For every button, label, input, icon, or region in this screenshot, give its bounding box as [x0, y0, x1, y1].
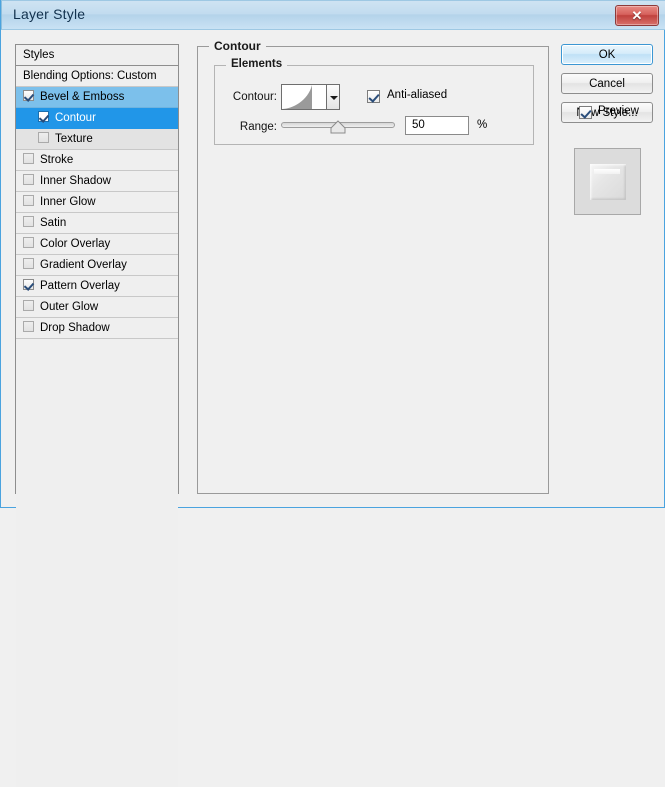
- anti-aliased-checkbox[interactable]: [367, 90, 380, 103]
- elements-group-title: Elements: [226, 58, 288, 70]
- range-value-input[interactable]: 50: [405, 116, 469, 135]
- range-slider-thumb[interactable]: [330, 120, 346, 134]
- sidebar-item-satin[interactable]: Satin: [16, 213, 178, 234]
- range-field-label: Range:: [239, 121, 277, 133]
- effect-label: Gradient Overlay: [40, 259, 127, 271]
- blending-options-label: Blending Options: Custom: [23, 70, 157, 82]
- sidebar-item-stroke[interactable]: Stroke: [16, 150, 178, 171]
- contour-field-label: Contour:: [232, 91, 277, 103]
- effect-checkbox[interactable]: [23, 174, 34, 185]
- effect-checkbox[interactable]: [23, 153, 34, 164]
- title-bar: Layer Style ✕: [1, 0, 665, 30]
- elements-group: Elements Contour: Anti-aliased Range: 50…: [214, 58, 534, 145]
- effect-checkbox[interactable]: [38, 111, 49, 122]
- effect-checkbox[interactable]: [23, 258, 34, 269]
- sidebar-item-drop-shadow[interactable]: Drop Shadow: [16, 318, 178, 339]
- contour-curve-icon: [282, 85, 312, 109]
- anti-aliased-label: Anti-aliased: [387, 89, 448, 101]
- effect-label: Bevel & Emboss: [40, 91, 125, 103]
- effect-checkbox[interactable]: [23, 300, 34, 311]
- ok-button[interactable]: OK: [561, 44, 653, 65]
- style-preview-thumbnail: [574, 148, 641, 215]
- preview-checkbox[interactable]: [579, 106, 592, 119]
- effect-checkbox[interactable]: [23, 90, 34, 101]
- effect-checkbox[interactable]: [23, 237, 34, 248]
- effect-checkbox[interactable]: [23, 216, 34, 227]
- range-percent-label: %: [477, 119, 488, 131]
- effect-label: Color Overlay: [40, 238, 111, 250]
- effect-label: Satin: [40, 217, 67, 229]
- effect-label: Inner Shadow: [40, 175, 111, 187]
- effect-label: Stroke: [40, 154, 74, 166]
- effect-checkbox[interactable]: [23, 321, 34, 332]
- slider-thumb-icon: [330, 120, 346, 134]
- contour-panel-title: Contour: [209, 39, 266, 53]
- styles-header-label: Styles: [23, 49, 55, 61]
- contour-preset-swatch[interactable]: [281, 84, 327, 110]
- effect-label: Texture: [55, 133, 93, 145]
- close-icon: ✕: [631, 7, 643, 23]
- sidebar-item-pattern-overlay[interactable]: Pattern Overlay: [16, 276, 178, 297]
- layer-style-dialog: Layer Style ✕ Styles Blending Options: C…: [0, 0, 665, 787]
- style-effect-list: Bevel & Emboss Contour Texture Stroke Inner …: [16, 87, 178, 339]
- effect-label: Drop Shadow: [40, 322, 110, 334]
- contour-panel: Contour Elements Contour: Anti-aliased R…: [197, 39, 549, 494]
- sidebar-item-gradient-overlay[interactable]: Gradient Overlay: [16, 255, 178, 276]
- close-button[interactable]: ✕: [615, 5, 659, 26]
- sidebar-item-blending-options[interactable]: Blending Options: Custom: [16, 66, 178, 87]
- effect-label: Outer Glow: [40, 301, 99, 313]
- sidebar-item-contour[interactable]: Contour: [16, 108, 178, 129]
- sidebar-item-inner-shadow[interactable]: Inner Shadow: [16, 171, 178, 192]
- contour-dropdown-arrow-icon[interactable]: [327, 84, 340, 110]
- effect-label: Inner Glow: [40, 196, 96, 208]
- sidebar-item-texture[interactable]: Texture: [16, 129, 178, 150]
- preview-highlight: [594, 169, 620, 174]
- effect-label: Contour: [55, 112, 96, 124]
- styles-header[interactable]: Styles: [16, 45, 178, 66]
- sidebar-empty-area: [16, 339, 178, 787]
- sidebar-item-outer-glow[interactable]: Outer Glow: [16, 297, 178, 318]
- sidebar-item-color-overlay[interactable]: Color Overlay: [16, 234, 178, 255]
- styles-sidebar: Styles Blending Options: Custom Bevel & …: [15, 44, 179, 787]
- sidebar-item-inner-glow[interactable]: Inner Glow: [16, 192, 178, 213]
- effect-checkbox[interactable]: [23, 279, 34, 290]
- sidebar-item-bevel-emboss[interactable]: Bevel & Emboss: [16, 87, 178, 108]
- effect-label: Pattern Overlay: [40, 280, 120, 292]
- cancel-button[interactable]: Cancel: [561, 73, 653, 94]
- window-title: Layer Style: [13, 6, 86, 22]
- effect-checkbox[interactable]: [23, 195, 34, 206]
- effect-checkbox[interactable]: [38, 132, 49, 143]
- preview-label: Preview: [598, 105, 639, 117]
